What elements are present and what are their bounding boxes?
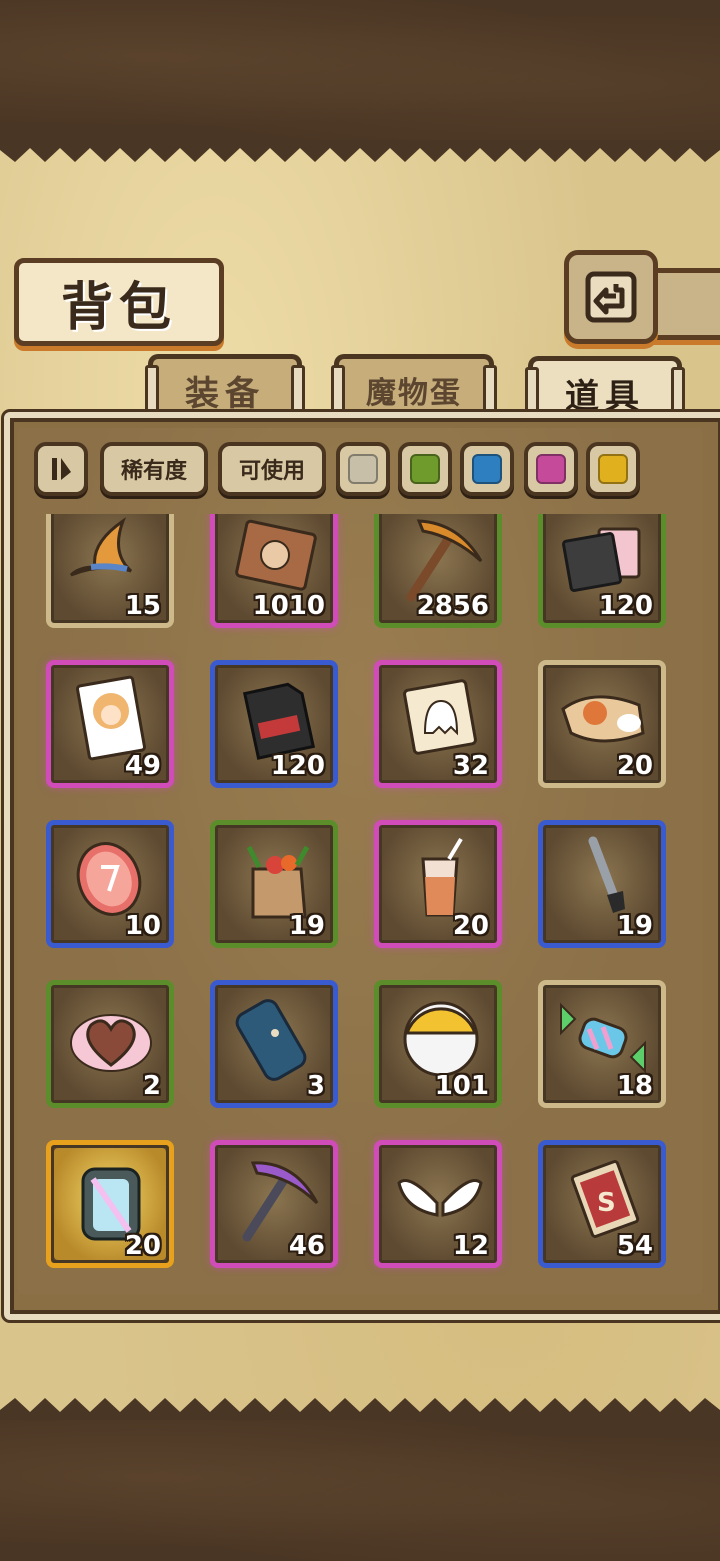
- item-count: 120: [270, 751, 325, 781]
- bottom-map-background: [0, 1420, 720, 1561]
- item-slot-memory-card[interactable]: 120: [210, 660, 338, 788]
- rarity-swatch: [598, 454, 628, 484]
- crystal-backpack-icon: [81, 1167, 141, 1241]
- item-slot-candy[interactable]: 18: [538, 980, 666, 1108]
- rarity-filter-green[interactable]: [398, 442, 452, 496]
- top-map-background: [0, 0, 720, 140]
- sealed-card-icon: [235, 519, 317, 591]
- rarity-swatch: [410, 454, 440, 484]
- item-count: 2856: [416, 591, 489, 621]
- sort-order-button[interactable]: [34, 442, 88, 496]
- rarity-swatch: [536, 454, 566, 484]
- ghost-card-icon: [403, 679, 477, 755]
- sort-toggle-icon: [52, 458, 71, 480]
- item-count: 1010: [252, 591, 325, 621]
- item-count: 32: [452, 751, 489, 781]
- item-slot-wizard-hat[interactable]: 15: [46, 514, 174, 628]
- back-arrow-icon: [585, 271, 637, 323]
- chocolate-icon: [70, 1014, 152, 1072]
- item-count: 18: [616, 1071, 653, 1101]
- back-button[interactable]: [564, 250, 658, 344]
- film-pack-icon: [562, 527, 641, 592]
- item-count: 54: [616, 1231, 653, 1261]
- character-photo-icon: [75, 675, 147, 761]
- rarity-swatch: [472, 454, 502, 484]
- memory-card-icon: [242, 682, 316, 760]
- capsule-ball-icon: [403, 1001, 479, 1077]
- rarity-filter-pink[interactable]: [524, 442, 578, 496]
- item-count: 12: [452, 1231, 489, 1261]
- item-slot-sealed-card[interactable]: 1010: [210, 514, 338, 628]
- item-count: 20: [124, 1231, 161, 1261]
- item-count: 19: [616, 911, 653, 941]
- item-slot-film-pack[interactable]: 120: [538, 514, 666, 628]
- svg-text:S: S: [597, 1188, 616, 1218]
- rarity-sort-button[interactable]: 稀有度: [100, 442, 208, 496]
- item-count: 101: [434, 1071, 489, 1101]
- item-count: 46: [288, 1231, 325, 1261]
- leather-roll-icon: [235, 999, 307, 1081]
- item-grid: 15 1010 2856 120 49 120 32 20 10 19 20 1…: [30, 514, 690, 1276]
- item-slot-angel-wings[interactable]: 12: [374, 1140, 502, 1268]
- page-title-box: 背包: [14, 258, 224, 346]
- rarity-filter-blue[interactable]: [460, 442, 514, 496]
- bottom-torn-edge: [0, 1398, 720, 1420]
- iced-drink-icon: [421, 837, 463, 917]
- item-count: 2: [142, 1071, 161, 1101]
- usable-filter-button[interactable]: 可使用: [218, 442, 326, 496]
- wizard-hat-icon: [69, 517, 133, 577]
- item-slot-capsule-ball[interactable]: 101: [374, 980, 502, 1108]
- rune-coin-icon: [76, 842, 142, 916]
- rarity-filter-common[interactable]: [336, 442, 390, 496]
- rice-bag-icon: [561, 695, 645, 743]
- tab-monster-eggs-label: 魔物蛋: [366, 376, 462, 411]
- item-slot-metal-rod[interactable]: 19: [538, 820, 666, 948]
- item-slot-rune-coin[interactable]: 10: [46, 820, 174, 948]
- item-count: 20: [616, 751, 653, 781]
- item-slot-rice-bag[interactable]: 20: [538, 660, 666, 788]
- item-count: 49: [124, 751, 161, 781]
- page-title: 背包: [60, 276, 177, 338]
- candy-icon: [560, 1002, 646, 1074]
- angel-wings-icon: [397, 1179, 483, 1217]
- purple-pickaxe-icon: [242, 1161, 319, 1242]
- item-slot-leather-roll[interactable]: 3: [210, 980, 338, 1108]
- metal-rod-icon: [588, 836, 625, 913]
- tab-monster-eggs[interactable]: 魔物蛋: [331, 354, 497, 421]
- item-slot-pickaxe[interactable]: 2856: [374, 514, 502, 628]
- item-slot-chocolate[interactable]: 2: [46, 980, 174, 1108]
- tab-equipment[interactable]: 装备: [145, 354, 305, 421]
- tab-items-label: 道具: [565, 376, 645, 417]
- rarity-sort-label: 稀有度: [120, 459, 187, 484]
- item-slot-s-card[interactable]: S 54: [538, 1140, 666, 1268]
- pickaxe-icon: [406, 519, 483, 602]
- s-card-icon: S: [570, 1160, 640, 1238]
- item-slot-ghost-card[interactable]: 32: [374, 660, 502, 788]
- item-count: 10: [124, 911, 161, 941]
- top-torn-edge: [0, 140, 720, 162]
- item-count: 15: [124, 591, 161, 621]
- item-count: 20: [452, 911, 489, 941]
- tab-equipment-label: 装备: [185, 373, 265, 414]
- item-count: 19: [288, 911, 325, 941]
- rarity-swatch: [348, 454, 378, 484]
- rarity-filter-gold[interactable]: [586, 442, 640, 496]
- item-slot-crystal-backpack[interactable]: 20: [46, 1140, 174, 1268]
- grocery-bag-icon: [246, 845, 310, 919]
- usable-filter-label: 可使用: [238, 459, 305, 484]
- item-slot-grocery-bag[interactable]: 19: [210, 820, 338, 948]
- item-slot-character-photo[interactable]: 49: [46, 660, 174, 788]
- item-count: 120: [598, 591, 653, 621]
- item-count: 3: [306, 1071, 325, 1101]
- item-slot-purple-pickaxe[interactable]: 46: [210, 1140, 338, 1268]
- item-slot-iced-drink[interactable]: 20: [374, 820, 502, 948]
